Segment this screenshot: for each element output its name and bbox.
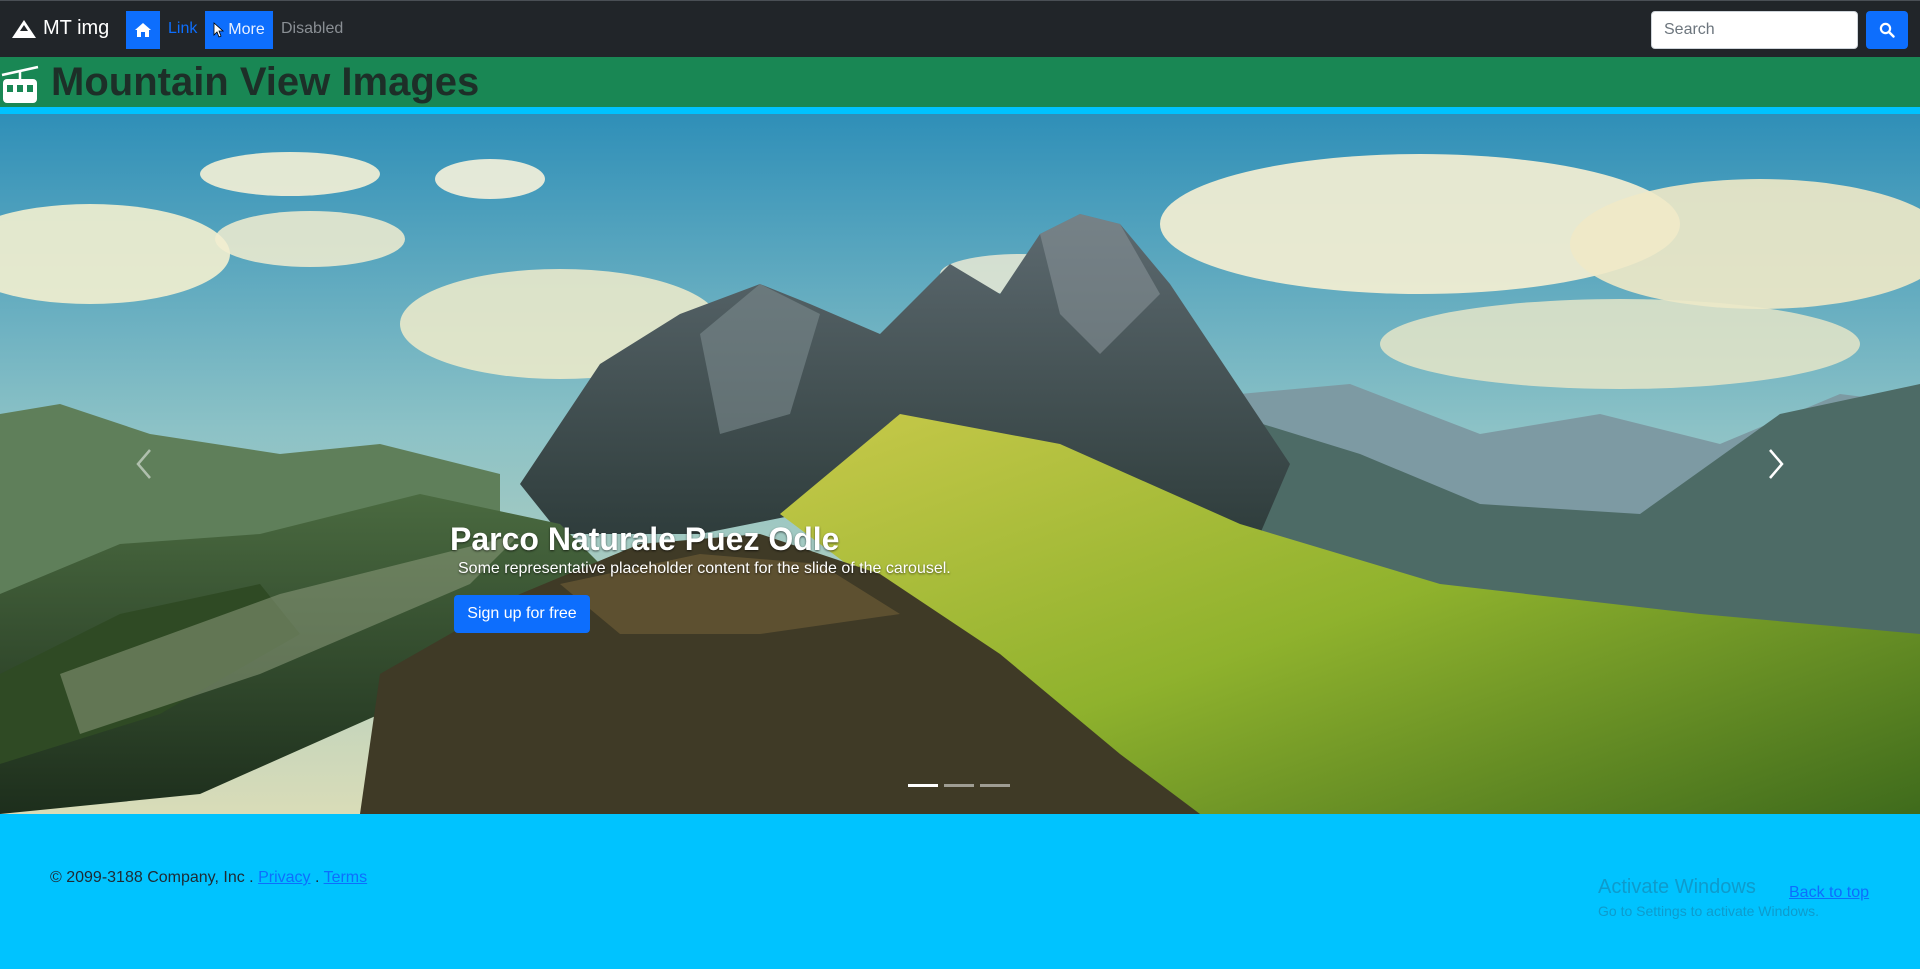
slide-text: Some representative placeholder content …	[458, 560, 951, 578]
slide-caption: Parco Naturale Puez Odle Some representa…	[450, 520, 951, 578]
carousel-indicators	[908, 784, 1010, 787]
footer-copyright: © 2099-3188 Company, Inc . Privacy . Ter…	[50, 869, 367, 887]
nav-disabled-link: Disabled	[281, 20, 344, 37]
header-divider	[0, 107, 1920, 114]
image-carousel[interactable]: Parco Naturale Puez Odle Some representa…	[0, 114, 1920, 814]
footer-separator: .	[314, 869, 320, 886]
windows-activation-watermark: Activate Windows Go to Settings to activ…	[1598, 876, 1819, 919]
terms-link[interactable]: Terms	[324, 869, 368, 886]
brand[interactable]: MT img	[11, 17, 109, 40]
chevron-left-icon	[136, 449, 151, 479]
watermark-title: Activate Windows	[1598, 876, 1756, 898]
home-icon	[135, 23, 151, 37]
sign-up-button[interactable]: Sign up for free	[454, 595, 590, 633]
brand-label: MT img	[43, 17, 110, 39]
nav-more-label: More	[228, 21, 265, 38]
mountain-landscape-image	[0, 114, 1920, 814]
page-title: Mountain View Images	[51, 60, 480, 104]
carousel-indicator-1[interactable]	[908, 784, 938, 787]
search-icon	[1879, 22, 1895, 38]
page-footer: © 2099-3188 Company, Inc . Privacy . Ter…	[0, 814, 1920, 969]
carousel-indicator-3[interactable]	[980, 784, 1010, 787]
carousel-next-button[interactable]	[1756, 444, 1796, 484]
nav-more-button[interactable]: More	[205, 11, 273, 49]
cable-car-icon	[1, 65, 39, 103]
carousel-prev-button[interactable]	[124, 444, 164, 484]
page-header: Mountain View Images	[0, 57, 1920, 107]
search-button[interactable]	[1866, 11, 1908, 49]
nav-link[interactable]: Link	[168, 20, 197, 38]
cursor-icon	[213, 22, 225, 38]
mountain-logo-icon	[12, 19, 36, 38]
slide-title: Parco Naturale Puez Odle	[450, 521, 840, 557]
search-input[interactable]	[1651, 11, 1858, 49]
back-to-top-link[interactable]: Back to top	[1789, 884, 1869, 902]
watermark-text: Go to Settings to activate Windows.	[1598, 903, 1819, 919]
copyright-text: © 2099-3188 Company, Inc .	[50, 869, 254, 886]
carousel-indicator-2[interactable]	[944, 784, 974, 787]
home-button[interactable]	[126, 11, 160, 49]
chevron-right-icon	[1769, 449, 1784, 479]
top-navbar: MT img Link More Disabled	[0, 0, 1920, 57]
privacy-link[interactable]: Privacy	[258, 869, 310, 886]
